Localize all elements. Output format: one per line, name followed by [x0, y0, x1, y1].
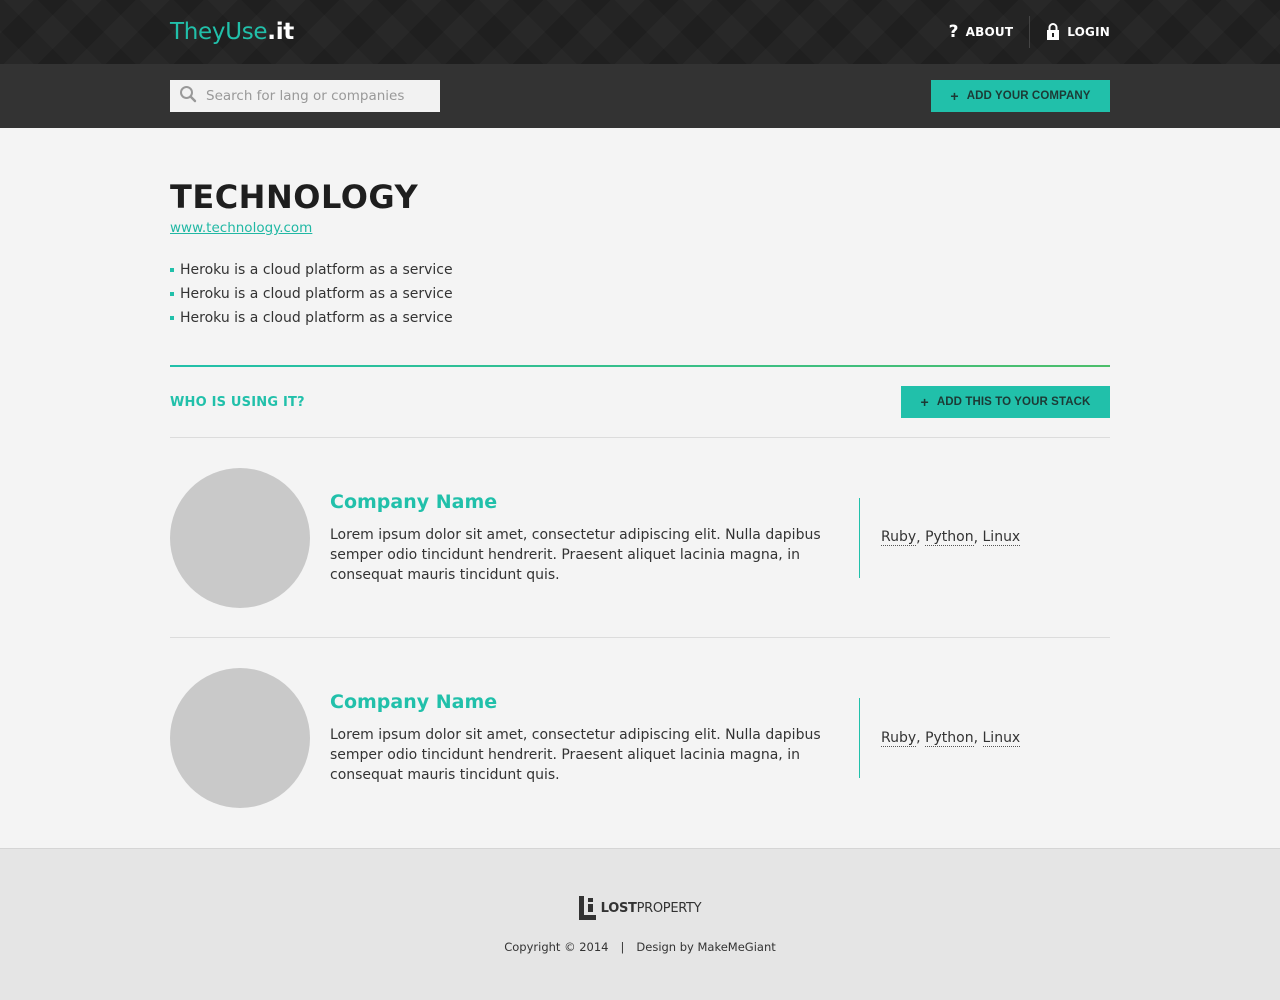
add-to-stack-button[interactable]: + ADD THIS TO YOUR STACK: [901, 386, 1110, 418]
add-company-label: ADD YOUR COMPANY: [966, 90, 1091, 102]
stack-tag[interactable]: Python: [925, 529, 974, 546]
search-icon: [179, 85, 197, 107]
stack-tag[interactable]: Ruby: [881, 529, 917, 546]
company-info: Company Name Lorem ipsum dolor sit amet,…: [330, 691, 830, 785]
stack-tag[interactable]: Linux: [982, 730, 1021, 747]
company-name[interactable]: Company Name: [330, 491, 830, 513]
login-label: LOGIN: [1067, 25, 1110, 39]
page-title: TECHNOLOGY: [170, 178, 419, 216]
logo-text-regular: PROPERTY: [636, 900, 702, 916]
who-is-using-header: WHO IS USING IT? + ADD THIS TO YOUR STAC…: [170, 367, 1110, 438]
stack-tag[interactable]: Python: [925, 730, 974, 747]
nav-divider: [1029, 16, 1031, 48]
list-item: Heroku is a cloud platform as a service: [170, 258, 1110, 282]
stack-tag[interactable]: Linux: [982, 529, 1021, 546]
stack-tag[interactable]: Ruby: [881, 730, 917, 747]
copyright-line: Copyright © 2014 | Design by MakeMeGiant: [0, 940, 1280, 954]
logo-brand: TheyUse: [170, 19, 268, 45]
plus-icon: +: [950, 88, 959, 104]
add-to-stack-label: ADD THIS TO YOUR STACK: [936, 396, 1091, 408]
top-nav: ? ABOUT LOGIN: [949, 0, 1110, 64]
company-row: Company Name Lorem ipsum dolor sit amet,…: [170, 638, 1110, 838]
company-stack: Ruby, Python, Linux: [859, 698, 1021, 778]
lock-icon: [1046, 23, 1060, 41]
logo-text-bold: LOST: [600, 900, 637, 916]
add-company-button[interactable]: + ADD YOUR COMPANY: [931, 80, 1110, 112]
about-label: ABOUT: [965, 25, 1014, 39]
list-item: Heroku is a cloud platform as a service: [170, 306, 1110, 330]
company-name[interactable]: Company Name: [330, 691, 830, 713]
about-link[interactable]: ? ABOUT: [948, 21, 1014, 42]
company-list: Company Name Lorem ipsum dolor sit amet,…: [170, 438, 1110, 838]
question-mark-icon: ?: [948, 21, 959, 42]
company-row: Company Name Lorem ipsum dolor sit amet,…: [170, 438, 1110, 638]
company-description: Lorem ipsum dolor sit amet, consectetur …: [330, 727, 821, 783]
plus-icon: +: [920, 394, 929, 410]
technology-website-link[interactable]: www.technology.com: [170, 220, 312, 236]
lost-property-logo[interactable]: LOSTPROPERTY: [578, 896, 702, 920]
company-avatar[interactable]: [170, 668, 310, 808]
design-credit[interactable]: Design by MakeMeGiant: [636, 940, 775, 954]
technology-description-list: Heroku is a cloud platform as a service …: [170, 258, 1110, 330]
copyright-text: Copyright © 2014: [504, 940, 609, 954]
lost-property-logo-icon: [578, 896, 596, 920]
site-logo[interactable]: TheyUse.it: [170, 19, 294, 45]
company-info: Company Name Lorem ipsum dolor sit amet,…: [330, 491, 830, 585]
who-is-using-title: WHO IS USING IT?: [170, 394, 305, 410]
company-description: Lorem ipsum dolor sit amet, consectetur …: [330, 526, 821, 583]
top-header: TheyUse.it ? ABOUT LOGIN: [0, 0, 1280, 64]
main-content: TECHNOLOGY www.technology.com Heroku is …: [0, 128, 1280, 848]
company-stack: Ruby, Python, Linux: [859, 497, 1021, 578]
search-input[interactable]: [206, 88, 431, 104]
footer-separator: |: [620, 940, 625, 954]
search-bar-strip: + ADD YOUR COMPANY: [0, 64, 1280, 128]
login-link[interactable]: LOGIN: [1046, 23, 1110, 41]
search-box[interactable]: [170, 80, 440, 112]
company-avatar[interactable]: [170, 467, 310, 608]
list-item: Heroku is a cloud platform as a service: [170, 282, 1110, 306]
logo-tld: .it: [267, 19, 294, 45]
page-footer: LOSTPROPERTY Copyright © 2014 | Design by …: [0, 848, 1280, 1000]
